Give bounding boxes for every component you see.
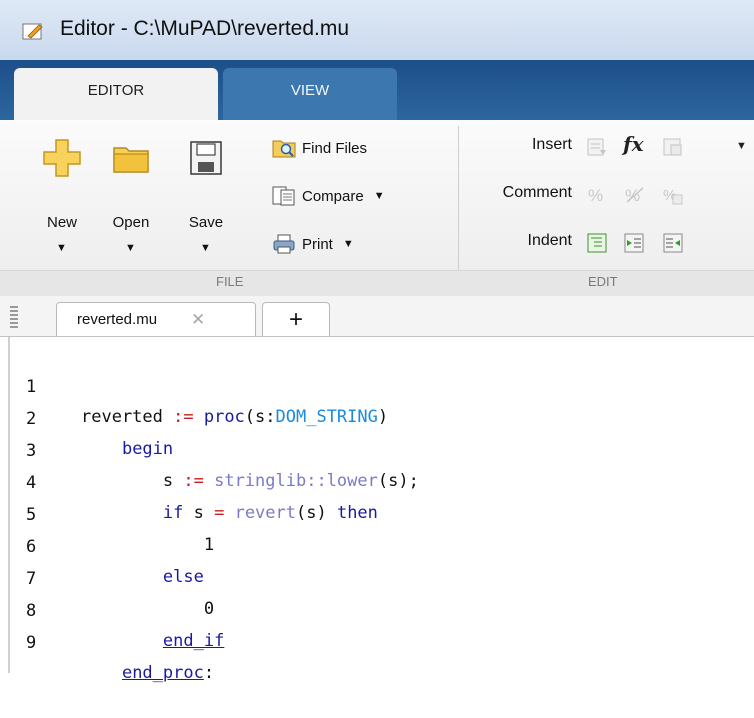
document-tab-label: reverted.mu: [77, 311, 158, 328]
printer-icon: [273, 234, 295, 254]
code-line: 7 0: [0, 534, 754, 619]
panel-grip-handle[interactable]: [10, 306, 18, 328]
find-files-label: Find Files: [302, 139, 368, 157]
open-dropdown-arrow-icon[interactable]: ▼: [125, 242, 136, 254]
insert-more-arrow-icon[interactable]: ▼: [736, 140, 747, 152]
find-files-button[interactable]: Find Files: [272, 134, 367, 162]
open-label: Open: [112, 214, 150, 231]
increase-indent-icon[interactable]: [623, 232, 645, 254]
compare-icon: [272, 186, 295, 206]
insert-section-icon[interactable]: [662, 136, 684, 158]
ribbon-tabstrip: EDITOR VIEW: [0, 60, 754, 120]
save-button[interactable]: Save ▼: [178, 130, 234, 270]
folder-icon: [113, 147, 149, 173]
save-label: Save: [188, 214, 224, 231]
indent-label: Indent: [527, 232, 572, 249]
tab-view[interactable]: VIEW: [223, 68, 397, 120]
compare-dropdown-arrow-icon[interactable]: ▼: [374, 190, 385, 202]
insert-function-fx-icon[interactable]: fx: [623, 132, 644, 156]
line-number: 9: [26, 633, 37, 653]
close-tab-icon[interactable]: ✕: [191, 310, 205, 330]
save-disk-icon: [190, 141, 222, 175]
print-label: Print: [302, 235, 333, 253]
code-line: 9 end_proc:: [0, 598, 754, 683]
print-button[interactable]: Print ▼: [272, 230, 354, 258]
editor-app-icon: [22, 23, 43, 40]
plus-icon: +: [288, 305, 303, 333]
code-line: 3 s := stringlib::lower(s);: [0, 406, 754, 491]
code-line: 6 else: [0, 502, 754, 587]
comment-icon[interactable]: %: [586, 184, 608, 206]
code-line: 4 if s = revert(s) then: [0, 438, 754, 523]
file-section-label: FILE: [216, 274, 244, 289]
tab-view-label: VIEW: [290, 82, 330, 99]
svg-text:%: %: [588, 186, 603, 205]
insert-label: Insert: [531, 136, 572, 153]
code-line: 8 end_if: [0, 566, 754, 651]
print-dropdown-arrow-icon[interactable]: ▼: [343, 238, 354, 250]
tab-editor-label: EDITOR: [87, 82, 145, 99]
save-dropdown-arrow-icon[interactable]: ▼: [200, 242, 211, 254]
document-tab-bar: reverted.mu ✕ +: [0, 296, 754, 337]
compare-button[interactable]: Compare ▼: [272, 182, 385, 210]
code-text: end_proc:: [121, 663, 215, 683]
edit-section-label: EDIT: [588, 274, 618, 289]
wrap-comments-icon[interactable]: %: [662, 184, 684, 206]
insert-text-icon[interactable]: [586, 136, 608, 158]
code-editor[interactable]: 1 reverted := proc(s:DOM_STRING) 2 begin…: [0, 337, 754, 683]
code-line: 2 begin: [0, 374, 754, 459]
decrease-indent-icon[interactable]: [662, 232, 684, 254]
new-label: New: [46, 214, 77, 231]
code-line: 1 reverted := proc(s:DOM_STRING): [0, 342, 754, 427]
compare-label: Compare: [302, 187, 364, 205]
section-divider: [458, 126, 459, 294]
new-dropdown-arrow-icon[interactable]: ▼: [56, 242, 67, 254]
new-tab-button[interactable]: +: [262, 302, 330, 336]
find-files-icon: [272, 140, 296, 158]
code-line: 5 1: [0, 470, 754, 555]
open-button[interactable]: Open ▼: [103, 130, 159, 270]
comment-label: Comment: [502, 184, 572, 201]
ribbon: New ▼ Open ▼ Save ▼ Find Files Compare ▼…: [0, 120, 754, 297]
window-title: Editor - C:\MuPAD\reverted.mu: [60, 17, 350, 40]
ribbon-section-bar: [0, 270, 754, 297]
new-button[interactable]: New ▼: [34, 130, 90, 270]
tab-editor[interactable]: EDITOR: [14, 68, 218, 120]
window-titlebar: Editor - C:\MuPAD\reverted.mu: [0, 0, 754, 60]
code-text: end_if: [162, 631, 225, 651]
uncomment-icon[interactable]: %: [623, 184, 645, 206]
new-plus-icon: [43, 139, 81, 177]
document-tab-reverted[interactable]: reverted.mu ✕: [56, 302, 256, 336]
smart-indent-icon[interactable]: [586, 232, 608, 254]
